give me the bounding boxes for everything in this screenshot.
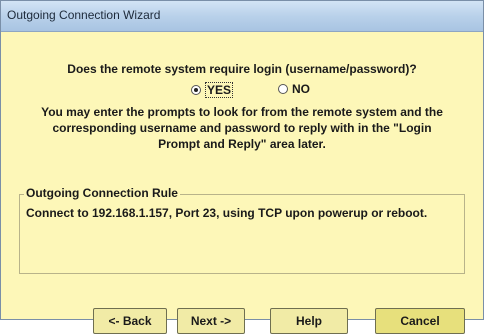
login-question: Does the remote system require login (us… [67, 62, 417, 76]
next-button[interactable]: Next -> [177, 308, 245, 334]
radio-no-label[interactable]: NO [292, 82, 310, 96]
back-button[interactable]: <- Back [93, 308, 167, 334]
rule-text: Connect to 192.168.1.157, Port 23, using… [26, 206, 428, 220]
radio-no-indicator[interactable] [278, 84, 288, 94]
rule-group-legend: Outgoing Connection Rule [24, 186, 180, 200]
radio-yes[interactable]: YES [191, 82, 234, 98]
help-button[interactable]: Help [270, 308, 348, 334]
title-bar[interactable]: Outgoing Connection Wizard [1, 1, 483, 32]
login-radio-group: YES NO [1, 82, 483, 98]
wizard-content: Does the remote system require login (us… [1, 32, 483, 334]
radio-yes-label[interactable]: YES [205, 82, 234, 98]
radio-yes-indicator[interactable] [191, 85, 201, 95]
outgoing-rule-group: Outgoing Connection Rule Connect to 192.… [19, 186, 465, 274]
cancel-button[interactable]: Cancel [375, 308, 465, 334]
info-text: You may enter the prompts to look for fr… [41, 105, 443, 151]
radio-no[interactable]: NO [278, 82, 310, 96]
window-title: Outgoing Connection Wizard [7, 8, 161, 22]
wizard-window: Outgoing Connection Wizard Does the remo… [0, 0, 484, 334]
